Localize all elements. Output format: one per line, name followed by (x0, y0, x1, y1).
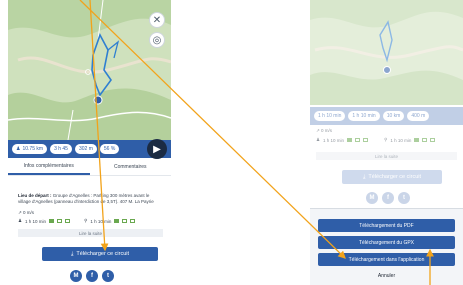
download-icon: ⤓ (70, 250, 74, 257)
difficulty-bar (49, 219, 55, 223)
start-location-text: Lieu de départ : Groupe d'Agnelles : Par… (18, 193, 154, 204)
elevation-text: ↗ 0 m/s (316, 128, 333, 133)
difficulty-bar (347, 138, 353, 142)
download-pdf-button[interactable]: Téléchargement du PDF (318, 219, 455, 232)
stat-distance: 10 km (382, 111, 405, 121)
stat-elevation: 400 m (407, 111, 430, 121)
start-marker (93, 95, 103, 105)
left-phone-screen: ✕ ◎ ♟ 10.75 km 3 h 45 302 m 56 % ▶ Infos … (8, 0, 171, 285)
hiker-icon: ♟ (18, 218, 23, 223)
tutorial-stage: ✕ ◎ ♟ 10.75 km 3 h 45 302 m 56 % ▶ Infos … (0, 0, 463, 285)
elevation-text: ↗ 0 m/s (18, 210, 35, 215)
download-gpx-button[interactable]: Téléchargement du GPX (318, 236, 455, 249)
start-marker (383, 66, 391, 74)
difficulty-bar (414, 138, 420, 142)
download-options-sheet: Téléchargement du PDF Téléchargement du … (310, 208, 463, 285)
map-terrain (8, 0, 171, 140)
stats-bar: 1 h 10 min 1 h 10 min 10 km 400 m (310, 107, 463, 125)
facebook-icon[interactable]: f (382, 192, 394, 204)
hiker-icon: ♟ (16, 146, 21, 152)
cancel-button[interactable]: Annuler (318, 271, 455, 281)
difficulty-bar (363, 138, 369, 142)
bike-icon: ⚲ (384, 137, 388, 142)
read-more-link[interactable]: Lire la suite (18, 229, 163, 237)
email-icon[interactable]: M (366, 192, 378, 204)
difficulty-bar (122, 219, 128, 223)
close-icon[interactable]: ✕ (149, 12, 165, 28)
play-button[interactable]: ▶ (147, 139, 167, 159)
bike-icon: ⚲ (84, 218, 88, 223)
share-row: M f t (70, 270, 114, 282)
twitter-icon[interactable]: t (398, 192, 410, 204)
email-icon[interactable]: M (70, 270, 82, 282)
difficulty-bar (57, 219, 63, 223)
difficulty-bar (422, 138, 428, 142)
twitter-icon[interactable]: t (102, 270, 114, 282)
difficulty-row: ♟ 1 h 10 min ⚲ 1 h 10 min (316, 136, 461, 144)
difficulty-row: ♟ 1 h 10 min ⚲ 1 h 10 min (18, 217, 163, 225)
read-more-link[interactable]: Lire la suite (316, 152, 457, 160)
stat-elevation: 302 m (74, 144, 97, 154)
share-row: M f t (366, 192, 410, 204)
download-icon: ⤓ (362, 173, 366, 180)
difficulty-bar (130, 219, 136, 223)
difficulty-bar (65, 219, 71, 223)
download-in-app-button[interactable]: Téléchargement dans l'application (318, 253, 455, 266)
difficulty-bar (430, 138, 436, 142)
tab-comments[interactable]: Commentaires (90, 158, 172, 175)
stat-duration: 3 h 45 (50, 144, 72, 154)
stat-distance: ♟ 10.75 km (12, 144, 48, 154)
map-terrain (310, 0, 463, 105)
locate-icon[interactable]: ◎ (149, 32, 165, 48)
stat-duration: 1 h 10 min (314, 111, 346, 121)
tab-more-info[interactable]: Infos complémentaires (8, 158, 90, 175)
facebook-icon[interactable]: f (86, 270, 98, 282)
difficulty-bar (355, 138, 361, 142)
download-circuit-button[interactable]: ⤓ Télécharger ce circuit (42, 247, 158, 261)
stat-percent: 56 % (99, 144, 120, 154)
info-tabs: Infos complémentaires Commentaires (8, 158, 171, 176)
stat-duration-alt: 1 h 10 min (348, 111, 380, 121)
download-circuit-button[interactable]: ⤓ Télécharger ce circuit (342, 170, 442, 184)
right-phone-screen: 1 h 10 min 1 h 10 min 10 km 400 m ↗ 0 m/… (310, 0, 463, 285)
start-location-label: Lieu de départ : (18, 193, 53, 198)
map-view[interactable] (310, 0, 463, 105)
map-view[interactable]: ✕ ◎ (8, 0, 171, 140)
difficulty-bar (114, 219, 120, 223)
hiker-icon: ♟ (316, 137, 321, 142)
